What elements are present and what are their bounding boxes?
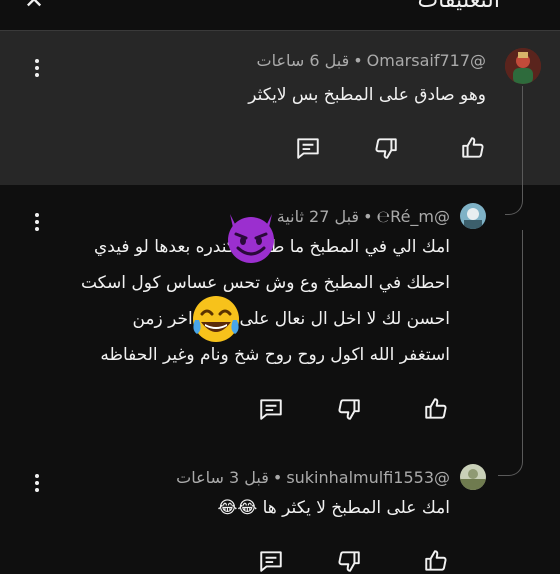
comment-text: امك على المطبخ لا يكثر ها 😂😂 xyxy=(217,498,451,518)
more-options-icon[interactable] xyxy=(34,474,40,495)
like-icon[interactable] xyxy=(423,548,449,574)
reply-comment: @sukinhalmulfi1553•قبل 3 ساعات امك على ا… xyxy=(0,460,560,572)
comments-header: ✕ التعليقات xyxy=(0,0,560,31)
comment-time: قبل 27 ثانية xyxy=(276,207,360,226)
dislike-icon[interactable] xyxy=(373,135,399,161)
dislike-icon[interactable] xyxy=(336,548,362,574)
comment-author[interactable]: @Ré_m℮ xyxy=(377,207,451,226)
avatar[interactable] xyxy=(505,48,541,84)
avatar-image xyxy=(460,464,486,490)
like-icon[interactable] xyxy=(423,396,449,422)
comment-time: قبل 6 ساعات xyxy=(256,51,350,70)
comment-text-line: احسن لك لا اخل ال نعال على جهال اخر زمن xyxy=(132,309,450,329)
like-icon[interactable] xyxy=(460,135,486,161)
more-options-icon[interactable] xyxy=(34,213,40,234)
avatar[interactable] xyxy=(460,464,486,490)
avatar-image xyxy=(505,48,541,84)
close-icon[interactable]: ✕ xyxy=(24,0,44,14)
more-options-icon[interactable] xyxy=(34,59,40,80)
comment-text: وهو صادق على المطبخ بس لايكثر xyxy=(248,85,486,105)
laughing-tears-emoji xyxy=(187,290,245,348)
comment-text-line: احطك في المطبخ وع وش تحس عساس كول اسكت xyxy=(80,273,450,293)
avatar[interactable] xyxy=(460,203,486,229)
comment-time: قبل 3 ساعات xyxy=(176,468,269,487)
avatar-image xyxy=(460,203,486,229)
reply-icon[interactable] xyxy=(295,135,321,161)
comment-author[interactable]: @sukinhalmulfi1553 xyxy=(286,468,450,487)
comment-author[interactable]: @Omarsaif717 xyxy=(367,51,486,70)
reply-icon[interactable] xyxy=(258,396,284,422)
comment-text-line: استغفر الله اكول روح روح شخ ونام وغير ال… xyxy=(100,345,450,365)
dislike-icon[interactable] xyxy=(336,396,362,422)
parent-comment: @Omarsaif717•قبل 6 ساعات وهو صادق على ال… xyxy=(0,31,560,185)
comment-meta: @sukinhalmulfi1553•قبل 3 ساعات xyxy=(176,468,450,487)
comment-meta: @Ré_m℮•قبل 27 ثانية xyxy=(276,207,451,226)
reply-icon[interactable] xyxy=(258,548,284,574)
smiling-devil-emoji xyxy=(222,208,280,266)
comment-meta: @Omarsaif717•قبل 6 ساعات xyxy=(256,51,487,70)
reply-comment: @Ré_m℮•قبل 27 ثانية امك الي في المطبخ ما… xyxy=(0,195,560,425)
header-title: التعليقات xyxy=(417,0,500,13)
